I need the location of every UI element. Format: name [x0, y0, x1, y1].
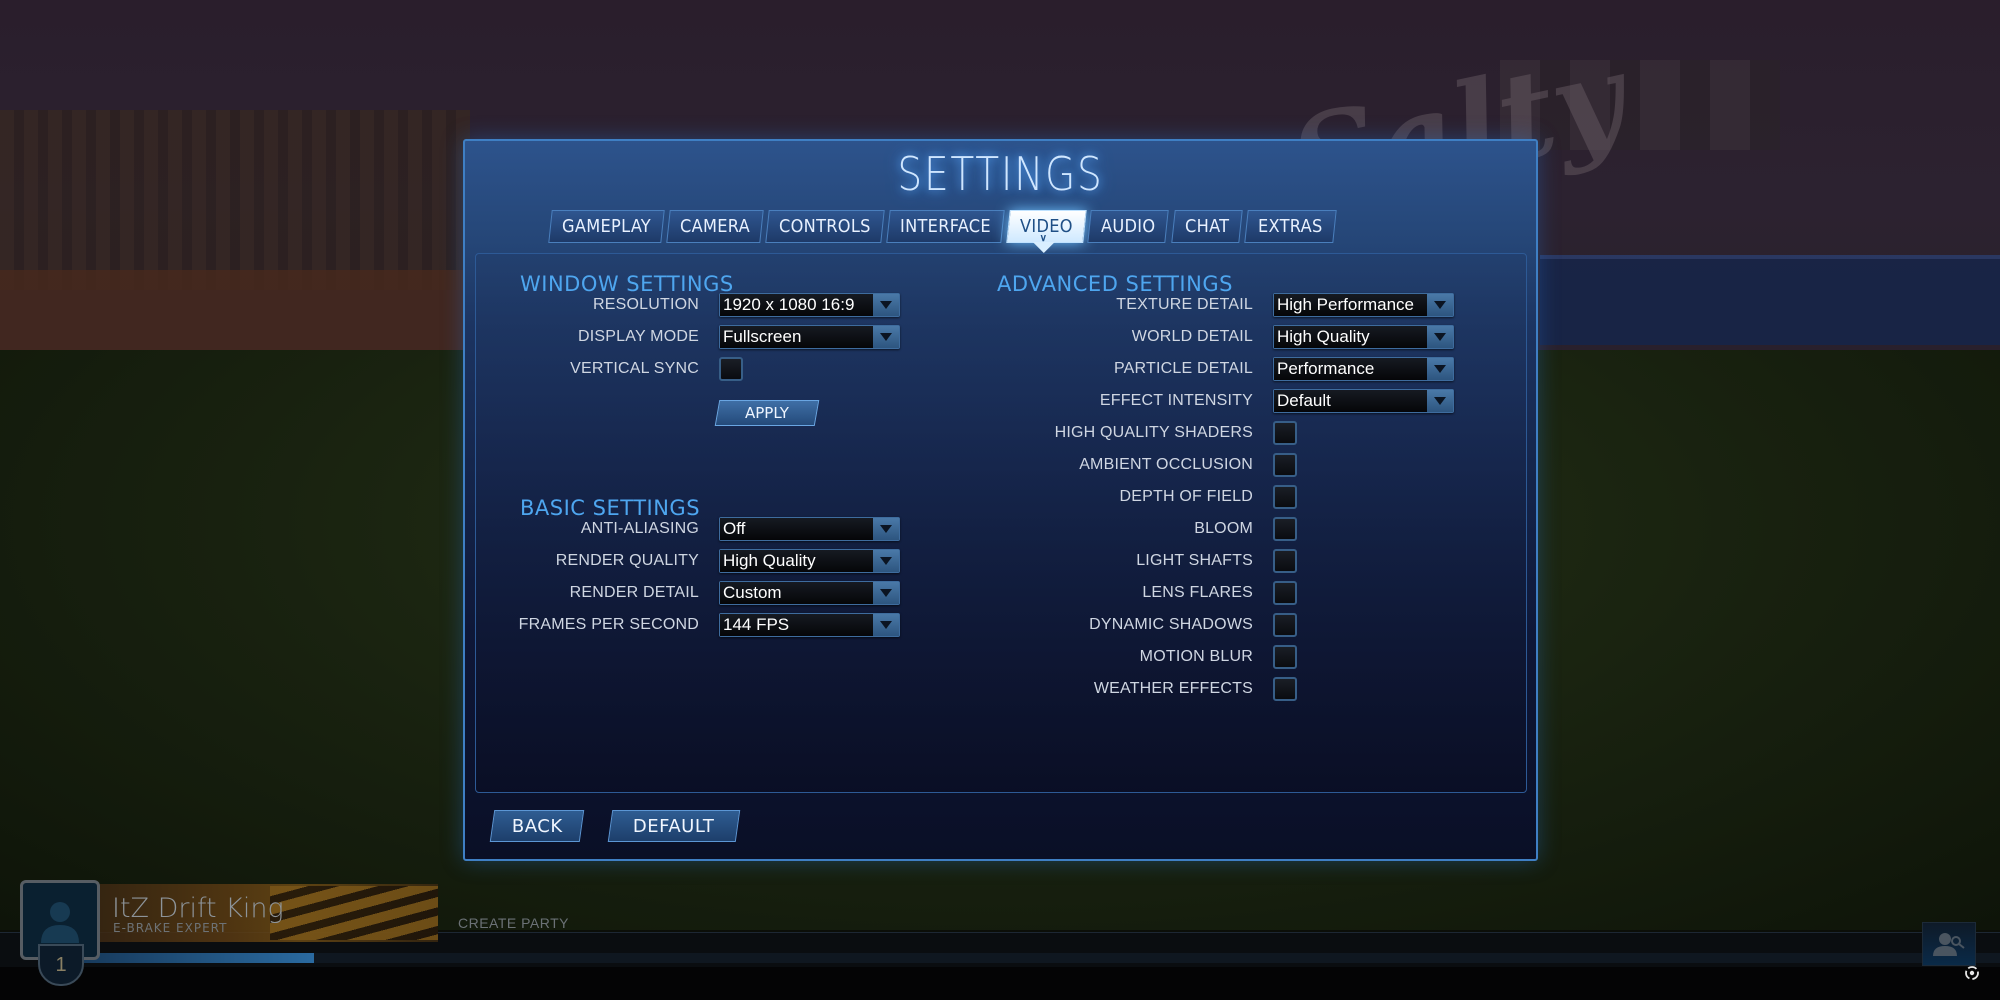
tab-label: CHAT: [1184, 216, 1230, 237]
toggle-label: WEATHER EFFECTS: [1093, 680, 1253, 697]
xp-progress-bar: [84, 953, 314, 963]
bloom-checkbox[interactable]: [1273, 517, 1297, 541]
tab-audio[interactable]: AUDIO: [1087, 210, 1170, 243]
chevron-down-icon: [1427, 326, 1453, 348]
chevron-down-icon: [1427, 358, 1453, 380]
toggle-label: MOTION BLUR: [1139, 648, 1253, 665]
create-party-button[interactable]: CREATE PARTY: [458, 915, 569, 931]
tab-extras[interactable]: EXTRAS: [1244, 210, 1337, 243]
dynamic-shadows-checkbox[interactable]: [1273, 613, 1297, 637]
video-settings-content: WINDOW SETTINGS RESOLUTION 1920 x 1080 1…: [475, 253, 1527, 793]
default-button[interactable]: DEFAULT: [607, 810, 741, 842]
sync-icon: [1965, 966, 1979, 980]
settings-tabs: GAMEPLAY CAMERA CONTROLS INTERFACE VIDEO…: [548, 210, 1337, 244]
toggle-row-ambient-occlusion: AMBIENT OCCLUSION: [476, 452, 1297, 478]
player-title: E-BRAKE EXPERT: [113, 921, 228, 935]
toggle-row-weather-effects: WEATHER EFFECTS: [476, 676, 1297, 702]
user-silhouette-icon: [41, 902, 79, 943]
toggle-label: DEPTH OF FIELD: [1119, 488, 1253, 505]
motion-blur-checkbox[interactable]: [1273, 645, 1297, 669]
tab-camera[interactable]: CAMERA: [666, 210, 764, 243]
toggle-row-light-shafts: LIGHT SHAFTS: [476, 548, 1297, 574]
back-button[interactable]: BACK: [489, 810, 585, 842]
level-badge: 1: [38, 944, 84, 986]
chevron-down-icon: ∨: [1039, 233, 1048, 244]
tab-label: AUDIO: [1101, 216, 1156, 237]
tab-gameplay[interactable]: GAMEPLAY: [548, 210, 665, 243]
toggle-row-dynamic-shadows: DYNAMIC SHADOWS: [476, 612, 1297, 638]
toggle-label: DYNAMIC SHADOWS: [1089, 616, 1253, 633]
tab-label: EXTRAS: [1258, 216, 1323, 237]
toggle-row-bloom: BLOOM: [476, 516, 1297, 542]
stands-scene: [0, 110, 470, 290]
arena-wall-left: [0, 270, 470, 350]
world-detail-row: WORLD DETAIL High Quality: [476, 324, 1454, 350]
particle-detail-row: PARTICLE DETAIL Performance: [476, 356, 1454, 382]
ambient-occlusion-checkbox[interactable]: [1273, 453, 1297, 477]
particle-detail-dropdown[interactable]: Performance: [1273, 357, 1454, 381]
tab-label: INTERFACE: [899, 216, 991, 237]
bottom-edge: [0, 967, 2000, 1000]
toggle-label: LIGHT SHAFTS: [1136, 552, 1253, 569]
texture-detail-dropdown[interactable]: High Performance: [1273, 293, 1454, 317]
effect-intensity-label: EFFECT INTENSITY: [1099, 392, 1253, 409]
depth-of-field-checkbox[interactable]: [1273, 485, 1297, 509]
back-label: BACK: [511, 815, 563, 837]
xp-track: [84, 953, 2000, 963]
world-detail-value: High Quality: [1274, 326, 1427, 348]
default-label: DEFAULT: [633, 815, 715, 837]
particle-detail-label: PARTICLE DETAIL: [1113, 360, 1253, 377]
settings-panel: SETTINGS GAMEPLAY CAMERA CONTROLS INTERF…: [463, 139, 1538, 861]
weather-effects-checkbox[interactable]: [1273, 677, 1297, 701]
toggle-row-motion-blur: MOTION BLUR: [476, 644, 1297, 670]
effect-intensity-dropdown[interactable]: Default: [1273, 389, 1454, 413]
friends-button[interactable]: [1922, 922, 1976, 966]
world-detail-dropdown[interactable]: High Quality: [1273, 325, 1454, 349]
tab-label: CONTROLS: [779, 216, 871, 237]
player-name: ItZ Drift King: [112, 893, 284, 924]
tab-chat[interactable]: CHAT: [1171, 210, 1243, 243]
toggle-row-high-quality-shaders: HIGH QUALITY SHADERS: [476, 420, 1297, 446]
tab-video[interactable]: VIDEO ∨: [1005, 210, 1087, 244]
friends-search-icon: [1933, 933, 1965, 956]
effect-intensity-value: Default: [1274, 390, 1427, 412]
banner-flames-decoration: [270, 886, 438, 940]
toggle-label: HIGH QUALITY SHADERS: [1054, 424, 1253, 441]
tab-label: CAMERA: [680, 216, 750, 237]
world-detail-label: WORLD DETAIL: [1131, 328, 1253, 345]
tab-interface[interactable]: INTERFACE: [886, 210, 1005, 243]
texture-detail-value: High Performance: [1274, 294, 1427, 316]
toggle-row-lens-flares: LENS FLARES: [476, 580, 1297, 606]
lens-flares-checkbox[interactable]: [1273, 581, 1297, 605]
tab-controls[interactable]: CONTROLS: [765, 210, 885, 243]
particle-detail-value: Performance: [1274, 358, 1427, 380]
arena-wall-right: [1540, 255, 2000, 345]
chevron-down-icon: [1427, 390, 1453, 412]
tab-label: GAMEPLAY: [562, 216, 651, 237]
toggle-label: LENS FLARES: [1142, 584, 1253, 601]
high-quality-shaders-checkbox[interactable]: [1273, 421, 1297, 445]
light-shafts-checkbox[interactable]: [1273, 549, 1297, 573]
page-title: SETTINGS: [897, 147, 1104, 201]
texture-detail-row: TEXTURE DETAIL High Performance: [476, 292, 1454, 318]
texture-detail-label: TEXTURE DETAIL: [1116, 296, 1253, 313]
toggle-label: AMBIENT OCCLUSION: [1079, 456, 1253, 473]
chevron-down-icon: [1427, 294, 1453, 316]
toggle-row-depth-of-field: DEPTH OF FIELD: [476, 484, 1297, 510]
effect-intensity-row: EFFECT INTENSITY Default: [476, 388, 1454, 414]
toggle-label: BLOOM: [1194, 520, 1253, 537]
